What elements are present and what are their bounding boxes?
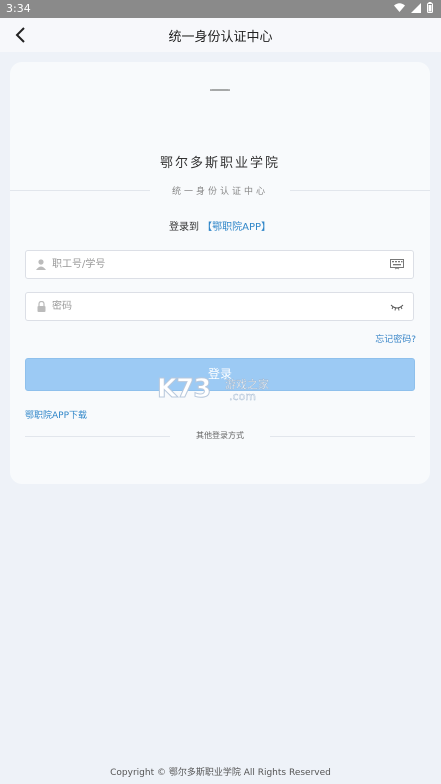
signal-icon: [411, 2, 421, 13]
school-logo-icon: [210, 89, 230, 91]
page-title: 统一身份认证中心: [168, 29, 273, 45]
username-input[interactable]: [48, 250, 389, 279]
password-input[interactable]: [48, 292, 389, 321]
password-field[interactable]: [25, 292, 414, 321]
school-name: 鄂尔多斯职业学院: [159, 156, 280, 171]
login-card: 鄂尔多斯职业学院 统一身份认证中心 登录到 【鄂职院APP】 忘记密码? 登录 …: [10, 62, 430, 484]
status-bar: 3:34: [0, 0, 441, 18]
show-password-eye-icon[interactable]: [389, 300, 405, 314]
copyright-footer: Copyright © 鄂尔多斯职业学院 All Rights Reserved: [110, 768, 331, 778]
divider-right: [290, 190, 430, 191]
username-field[interactable]: [25, 250, 414, 279]
login-target: 登录到 【鄂职院APP】: [10, 218, 430, 233]
app-header: 统一身份认证中心: [0, 18, 441, 52]
keyboard-icon[interactable]: [389, 258, 405, 272]
login-to-app: 【鄂职院APP】: [202, 222, 272, 233]
back-arrow-icon: [15, 27, 25, 43]
wifi-icon: [394, 3, 405, 12]
other-divider-right: [270, 436, 415, 437]
app-download-link[interactable]: 鄂职院APP下载: [25, 408, 87, 421]
status-icons: [394, 2, 433, 13]
back-button[interactable]: [8, 23, 32, 47]
login-button[interactable]: 登录: [25, 358, 415, 391]
forgot-password-link[interactable]: 忘记密码?: [375, 332, 416, 345]
lock-icon: [34, 300, 48, 314]
user-icon: [34, 258, 48, 272]
status-time: 3:34: [6, 2, 31, 15]
login-to-prefix: 登录到: [168, 222, 199, 233]
battery-icon: [427, 2, 433, 13]
